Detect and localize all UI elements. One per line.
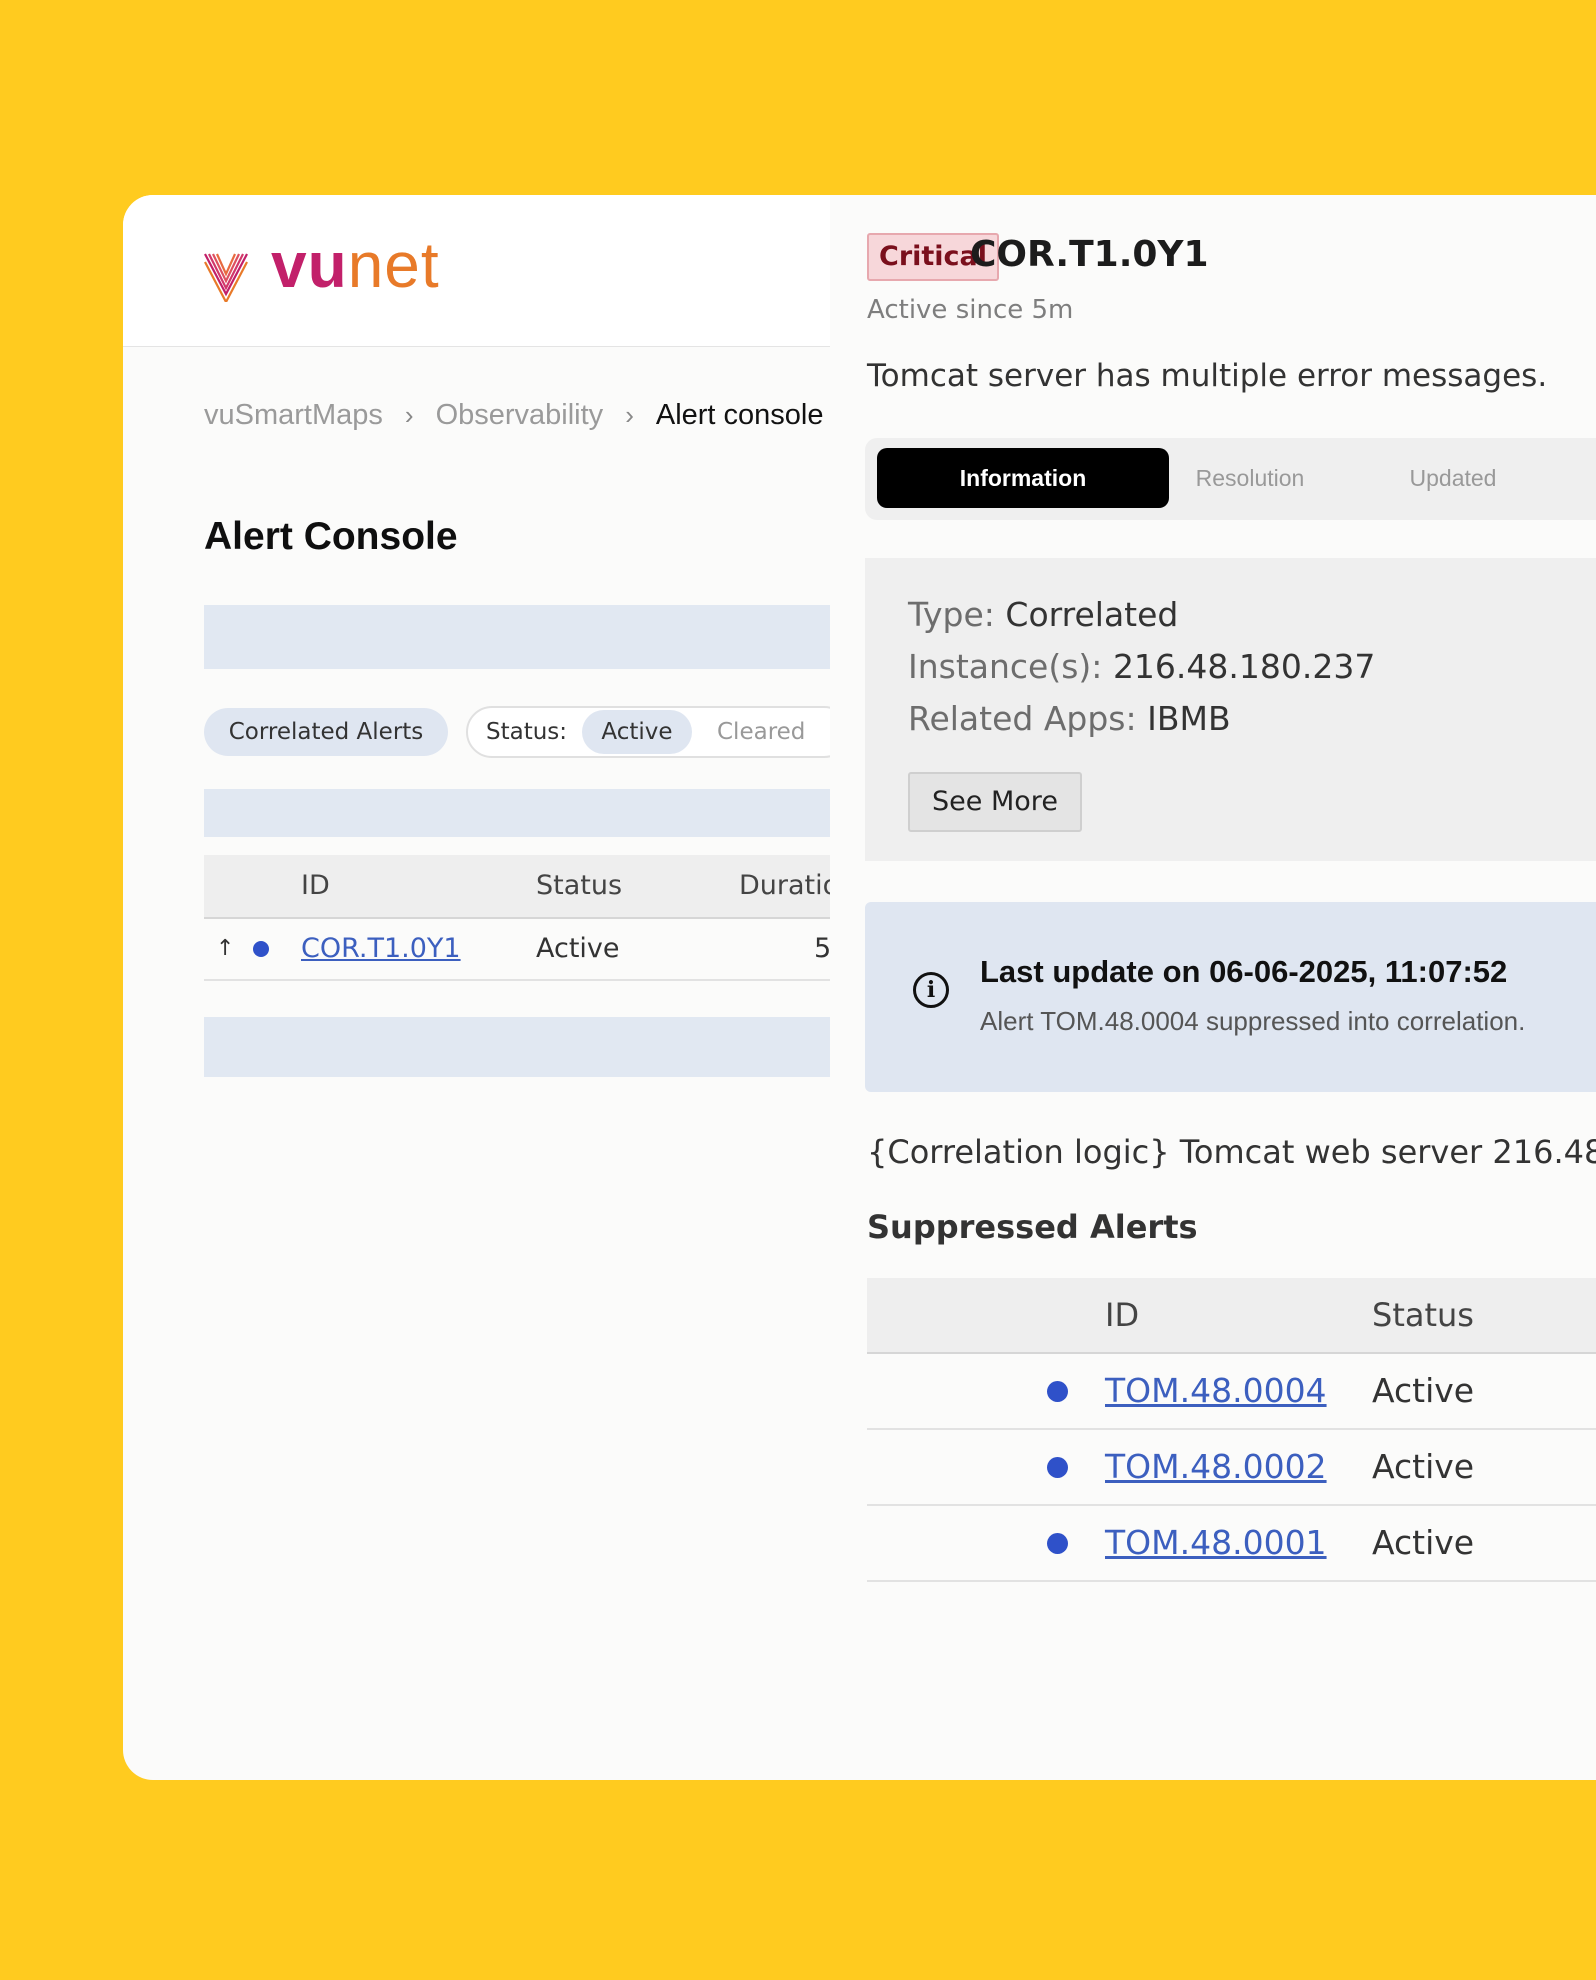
table-row[interactable]: ↑ COR.T1.0Y1 Active 5m <box>204 919 830 981</box>
search-bar-placeholder <box>204 605 830 669</box>
breadcrumb-item-vusmartmaps[interactable]: vuSmartMaps <box>204 399 383 431</box>
page-title: Alert Console <box>204 515 458 558</box>
vunet-logo-text: vunet <box>271 229 440 301</box>
active-since-text: Active since 5m <box>867 295 1074 325</box>
tab-resolution[interactable]: Resolution <box>1175 448 1325 508</box>
suppressed-table-header: ID Status <box>867 1278 1596 1354</box>
column-header-id[interactable]: ID <box>301 855 330 917</box>
alerts-table-header: ID Status Duration <box>204 855 830 919</box>
see-more-button[interactable]: See More <box>908 772 1082 832</box>
suppressed-alert-status: Active <box>1372 1447 1475 1486</box>
toolbar-placeholder <box>204 789 830 837</box>
last-update-title: Last update on 06-06-2025, 11:07:52 <box>980 954 1508 989</box>
correlation-logic-text: {Correlation logic} Tomcat web server 21… <box>867 1133 1596 1171</box>
status-filter-label: Status: <box>486 719 568 745</box>
alert-id-link[interactable]: COR.T1.0Y1 <box>301 919 461 979</box>
app-header: vunet <box>123 195 830 347</box>
column-header-duration[interactable]: Duration <box>739 855 830 917</box>
app-window: vunet vuSmartMaps › Observability › Alert co… <box>123 195 1596 1780</box>
status-cleared-toggle[interactable]: Cleared <box>717 708 805 756</box>
tab-updated[interactable]: Updated <box>1333 448 1573 508</box>
status-dot-icon <box>1047 1457 1068 1478</box>
suppressed-alert-status: Active <box>1372 1523 1475 1562</box>
breadcrumb-item-current: Alert console <box>655 399 824 431</box>
vunet-logo-icon <box>204 253 248 302</box>
info-related-apps: Related Apps: IBMB <box>908 699 1231 738</box>
last-update-notice: i Last update on 06-06-2025, 11:07:52 Al… <box>865 902 1596 1092</box>
alert-detail-panel: Critical COR.T1.0Y1 Active since 5m Tomc… <box>830 195 1596 1780</box>
status-dot-icon <box>1047 1533 1068 1554</box>
alert-duration: 5m <box>814 933 830 964</box>
status-dot-icon <box>253 941 269 957</box>
correlated-alerts-chip[interactable]: Correlated Alerts <box>204 708 448 756</box>
expand-arrow-icon[interactable]: ↑ <box>216 919 234 979</box>
column-header-status[interactable]: Status <box>1372 1278 1474 1352</box>
suppressed-alert-status: Active <box>1372 1371 1475 1410</box>
alert-status: Active <box>536 933 620 964</box>
pagination-placeholder <box>204 1017 830 1077</box>
breadcrumb-item-observability[interactable]: Observability <box>436 399 604 431</box>
alert-description: Tomcat server has multiple error message… <box>867 358 1548 394</box>
table-row[interactable]: TOM.48.0002 Active <box>867 1430 1596 1506</box>
last-update-message: Alert TOM.48.0004 suppressed into correl… <box>980 1006 1526 1036</box>
status-dot-icon <box>1047 1381 1068 1402</box>
chevron-right-icon: › <box>404 400 414 430</box>
suppressed-alert-id-link[interactable]: TOM.48.0002 <box>1105 1430 1327 1504</box>
table-row[interactable]: TOM.48.0004 Active <box>867 1354 1596 1430</box>
suppressed-alert-id-link[interactable]: TOM.48.0001 <box>1105 1506 1327 1580</box>
suppressed-alerts-title: Suppressed Alerts <box>867 1208 1198 1246</box>
tab-information[interactable]: Information <box>877 448 1169 508</box>
status-filter: Status: Active Cleared <box>466 706 830 758</box>
chevron-right-icon: › <box>625 400 634 430</box>
column-header-id[interactable]: ID <box>1105 1278 1139 1352</box>
breadcrumb: vuSmartMaps › Observability › Alert console <box>204 399 824 432</box>
info-type: Type: Correlated <box>908 595 1179 634</box>
information-section: Type: Correlated Instance(s): 216.48.180… <box>865 558 1596 861</box>
detail-tabs: Information Resolution Updated <box>865 438 1596 520</box>
alert-console-panel: vunet vuSmartMaps › Observability › Alert co… <box>123 195 830 1780</box>
suppressed-alert-id-link[interactable]: TOM.48.0004 <box>1105 1354 1327 1428</box>
info-icon: i <box>913 972 949 1008</box>
alert-detail-id: COR.T1.0Y1 <box>970 234 1209 275</box>
column-header-status[interactable]: Status <box>536 855 622 917</box>
table-row[interactable]: TOM.48.0001 Active <box>867 1506 1596 1582</box>
status-active-toggle[interactable]: Active <box>582 710 692 754</box>
info-instances: Instance(s): 216.48.180.237 <box>908 647 1376 686</box>
